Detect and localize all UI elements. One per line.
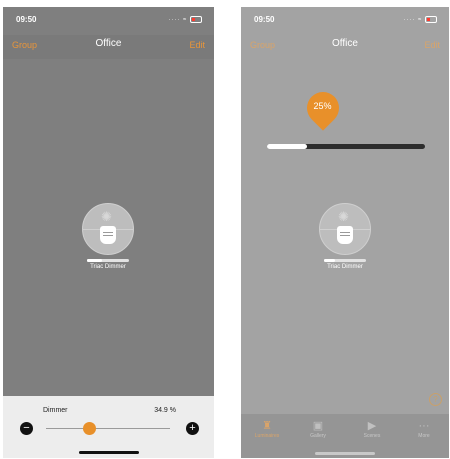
tab-label: Scenes — [363, 433, 381, 439]
luminaire-name: Triac Dimmer — [90, 264, 126, 270]
status-time: 09:50 — [254, 15, 275, 24]
luminaire-level-bar — [324, 259, 366, 262]
status-time: 09:50 — [16, 15, 37, 24]
dimmer-value: 34.9 % — [154, 407, 176, 414]
tab-luminaires[interactable]: ♜ Luminaires — [247, 419, 287, 439]
tab-label: More — [418, 433, 430, 439]
edit-button[interactable]: Edit — [189, 40, 205, 50]
edit-button[interactable]: Edit — [424, 40, 440, 50]
status-bar: 09:50 ···· ≈ — [3, 7, 214, 31]
battery-icon — [190, 16, 202, 23]
page-title: Office — [95, 38, 122, 49]
decrease-button[interactable]: − — [20, 422, 33, 435]
phone-screen-right: 09:50 ···· ≈ Group Office Edit 25% ✺ Tri… — [241, 7, 449, 458]
tab-scenes[interactable]: ▶ Scenes — [352, 419, 392, 439]
status-icons: ···· ≈ — [403, 16, 437, 23]
page-title: Office — [332, 38, 358, 49]
increase-button[interactable]: + — [186, 422, 199, 435]
tab-gallery[interactable]: ▣ Gallery — [298, 419, 338, 439]
signal-icon: ···· — [403, 17, 416, 24]
battery-icon — [425, 16, 437, 23]
luminaire-level-bar — [87, 259, 129, 262]
dimmer-panel: Dimmer 34.9 % − + — [3, 396, 214, 458]
luminaire-icon: ✺ — [82, 203, 134, 255]
play-icon: ▶ — [367, 420, 377, 432]
tab-more[interactable]: ··· More — [404, 419, 444, 439]
lamp-icon: ♜ — [262, 420, 272, 432]
gallery-icon: ▣ — [312, 420, 324, 432]
luminaire-icon: ✺ — [319, 203, 371, 255]
dimmer-slider-thumb[interactable] — [83, 422, 97, 435]
bulb-icon — [337, 226, 353, 244]
phone-screen-left: 09:50 ···· ≈ Group Office Edit ✺ Triac D… — [3, 7, 214, 458]
nav-bar: Group Office Edit — [3, 35, 214, 59]
brightness-slider-fill — [267, 144, 307, 149]
wifi-icon: ≈ — [183, 17, 188, 24]
luminaire-level-fill — [324, 259, 335, 262]
luminaire-tile[interactable]: ✺ Triac Dimmer — [319, 203, 371, 270]
luminaire-tile[interactable]: ✺ Triac Dimmer — [82, 203, 134, 270]
sun-icon: ✺ — [101, 209, 112, 224]
sun-icon: ✺ — [338, 209, 349, 224]
status-bar: 09:50 ···· ≈ — [241, 7, 449, 31]
wifi-icon: ≈ — [418, 17, 423, 24]
home-indicator[interactable] — [78, 451, 139, 454]
tab-label: Luminaires — [254, 433, 280, 439]
help-icon[interactable]: ? — [429, 393, 442, 406]
tab-label: Gallery — [310, 433, 326, 439]
bulb-icon — [100, 226, 116, 244]
more-icon: ··· — [418, 420, 430, 432]
dimmer-label: Dimmer — [43, 407, 68, 414]
home-indicator[interactable] — [315, 452, 375, 455]
signal-icon: ···· — [168, 17, 181, 24]
status-icons: ···· ≈ — [168, 16, 202, 23]
nav-bar: Group Office Edit — [241, 35, 449, 59]
dimmer-slider-track[interactable] — [46, 428, 170, 429]
luminaire-level-fill — [87, 259, 102, 262]
luminaire-name: Triac Dimmer — [327, 264, 363, 270]
tab-bar: ♜ Luminaires ▣ Gallery ▶ Scenes ··· More — [241, 414, 449, 458]
value-bubble-label: 25% — [313, 101, 332, 111]
brightness-slider[interactable] — [267, 144, 425, 149]
